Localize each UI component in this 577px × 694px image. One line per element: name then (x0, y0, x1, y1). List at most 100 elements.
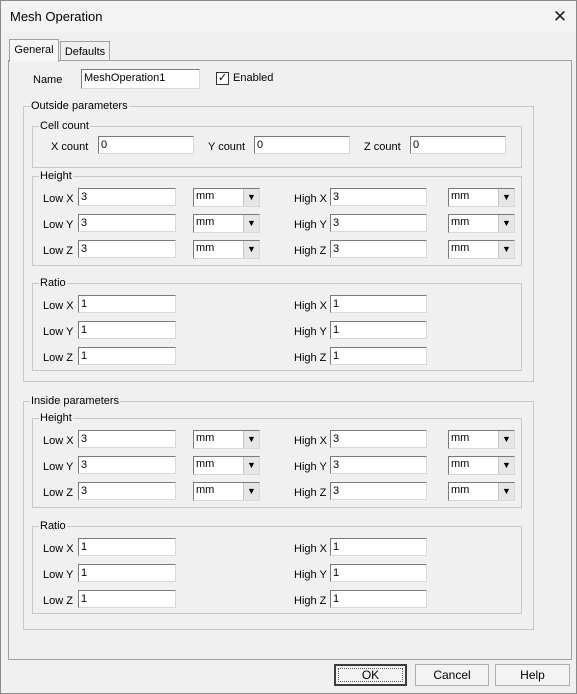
low-x-input[interactable]: 3 (78, 188, 176, 206)
dropdown-arrow-icon[interactable]: ▼ (498, 483, 514, 500)
high-x-input[interactable]: 1 (330, 538, 427, 556)
window-title: Mesh Operation (10, 9, 103, 24)
low-z-label: Low Z (43, 352, 73, 364)
inside-parameters-title: Inside parameters (30, 395, 121, 407)
high-z-input[interactable]: 1 (330, 347, 427, 365)
high-x-label: High X (294, 300, 328, 312)
high-y-label: High Y (294, 326, 327, 338)
high-x-input[interactable]: 1 (330, 295, 427, 313)
low-y-label: Low Y (43, 461, 74, 473)
low-z-label: Low Z (43, 595, 73, 607)
y-count-input[interactable]: 0 (254, 136, 350, 154)
outside-parameters-group: Outside parameters Cell count X count 0 … (23, 100, 534, 382)
ok-button[interactable]: OK (334, 664, 407, 686)
low-y-unit-select[interactable]: mm ▼ (193, 214, 260, 233)
outside-ratio-title: Ratio (39, 277, 67, 289)
dropdown-arrow-icon[interactable]: ▼ (498, 431, 514, 448)
inside-height-group: Height Low X 3 mm ▼ High X 3 mm ▼ Low Y 3 … (32, 412, 522, 508)
inside-parameters-group: Inside parameters Height Low X 3 mm ▼ Hig… (23, 395, 534, 630)
outside-ratio-group: Ratio Low X 1 High X 1 Low Y 1 High Y 1 … (32, 277, 522, 371)
tab-general[interactable]: General (9, 39, 59, 62)
low-y-label: Low Y (43, 219, 74, 231)
low-x-label: Low X (43, 300, 74, 312)
x-count-input[interactable]: 0 (98, 136, 194, 154)
z-count-input[interactable]: 0 (410, 136, 506, 154)
low-x-input[interactable]: 1 (78, 295, 176, 313)
low-y-input[interactable]: 1 (78, 321, 176, 339)
close-icon[interactable]: ✕ (544, 1, 576, 32)
dropdown-arrow-icon[interactable]: ▼ (243, 457, 259, 474)
unit-value: mm (196, 242, 215, 254)
low-z-input[interactable]: 1 (78, 590, 176, 608)
low-y-label: Low Y (43, 326, 74, 338)
cell-count-group: Cell count X count 0 Y count 0 Z count 0 (32, 120, 522, 168)
high-z-input[interactable]: 3 (330, 240, 427, 258)
name-label: Name (33, 74, 63, 86)
tab-defaults[interactable]: Defaults (60, 41, 110, 62)
unit-value: mm (451, 484, 470, 496)
high-y-input[interactable]: 3 (330, 214, 427, 232)
button-bar: OK Cancel Help (1, 659, 576, 693)
general-tab-panel: Name MeshOperation1 ✓ Enabled Outside pa… (8, 60, 572, 660)
y-count-label: Y count (208, 141, 246, 153)
low-z-input[interactable]: 1 (78, 347, 176, 365)
help-button[interactable]: Help (495, 664, 570, 686)
low-y-input[interactable]: 3 (78, 214, 176, 232)
outside-height-group: Height Low X 3 mm ▼ High X 3 mm ▼ Low Y 3 … (32, 170, 522, 266)
high-x-unit-select[interactable]: mm ▼ (448, 430, 515, 449)
high-y-input[interactable]: 1 (330, 564, 427, 582)
low-z-label: Low Z (43, 487, 73, 499)
low-x-input[interactable]: 1 (78, 538, 176, 556)
inside-height-title: Height (39, 412, 73, 424)
unit-value: mm (196, 216, 215, 228)
name-input[interactable]: MeshOperation1 (81, 69, 200, 89)
unit-value: mm (451, 190, 470, 202)
high-x-unit-select[interactable]: mm ▼ (448, 188, 515, 207)
high-z-unit-select[interactable]: mm ▼ (448, 482, 515, 501)
low-x-label: Low X (43, 193, 74, 205)
dropdown-arrow-icon[interactable]: ▼ (498, 241, 514, 258)
title-bar: Mesh Operation ✕ (1, 1, 576, 32)
low-x-label: Low X (43, 543, 74, 555)
inside-ratio-title: Ratio (39, 520, 67, 532)
high-z-input[interactable]: 1 (330, 590, 427, 608)
high-y-label: High Y (294, 219, 327, 231)
high-y-label: High Y (294, 461, 327, 473)
dropdown-arrow-icon[interactable]: ▼ (243, 241, 259, 258)
low-z-unit-select[interactable]: mm ▼ (193, 482, 260, 501)
high-x-label: High X (294, 435, 328, 447)
low-x-unit-select[interactable]: mm ▼ (193, 188, 260, 207)
enabled-checkbox[interactable]: ✓ (216, 72, 229, 85)
low-z-input[interactable]: 3 (78, 482, 176, 500)
dropdown-arrow-icon[interactable]: ▼ (498, 215, 514, 232)
high-x-input[interactable]: 3 (330, 430, 427, 448)
outside-parameters-title: Outside parameters (30, 100, 129, 112)
high-y-input[interactable]: 3 (330, 456, 427, 474)
high-y-label: High Y (294, 569, 327, 581)
inside-ratio-group: Ratio Low X 1 High X 1 Low Y 1 High Y 1 … (32, 520, 522, 614)
low-x-unit-select[interactable]: mm ▼ (193, 430, 260, 449)
x-count-label: X count (51, 141, 89, 153)
dropdown-arrow-icon[interactable]: ▼ (243, 189, 259, 206)
high-y-input[interactable]: 1 (330, 321, 427, 339)
low-z-input[interactable]: 3 (78, 240, 176, 258)
low-y-input[interactable]: 1 (78, 564, 176, 582)
dropdown-arrow-icon[interactable]: ▼ (243, 483, 259, 500)
low-y-input[interactable]: 3 (78, 456, 176, 474)
high-x-label: High X (294, 193, 328, 205)
low-x-input[interactable]: 3 (78, 430, 176, 448)
outside-height-title: Height (39, 170, 73, 182)
high-y-unit-select[interactable]: mm ▼ (448, 456, 515, 475)
high-z-input[interactable]: 3 (330, 482, 427, 500)
high-z-unit-select[interactable]: mm ▼ (448, 240, 515, 259)
high-x-input[interactable]: 3 (330, 188, 427, 206)
dropdown-arrow-icon[interactable]: ▼ (243, 215, 259, 232)
dropdown-arrow-icon[interactable]: ▼ (243, 431, 259, 448)
unit-value: mm (196, 432, 215, 444)
low-z-unit-select[interactable]: mm ▼ (193, 240, 260, 259)
dropdown-arrow-icon[interactable]: ▼ (498, 457, 514, 474)
low-y-unit-select[interactable]: mm ▼ (193, 456, 260, 475)
cancel-button[interactable]: Cancel (415, 664, 489, 686)
high-y-unit-select[interactable]: mm ▼ (448, 214, 515, 233)
dropdown-arrow-icon[interactable]: ▼ (498, 189, 514, 206)
